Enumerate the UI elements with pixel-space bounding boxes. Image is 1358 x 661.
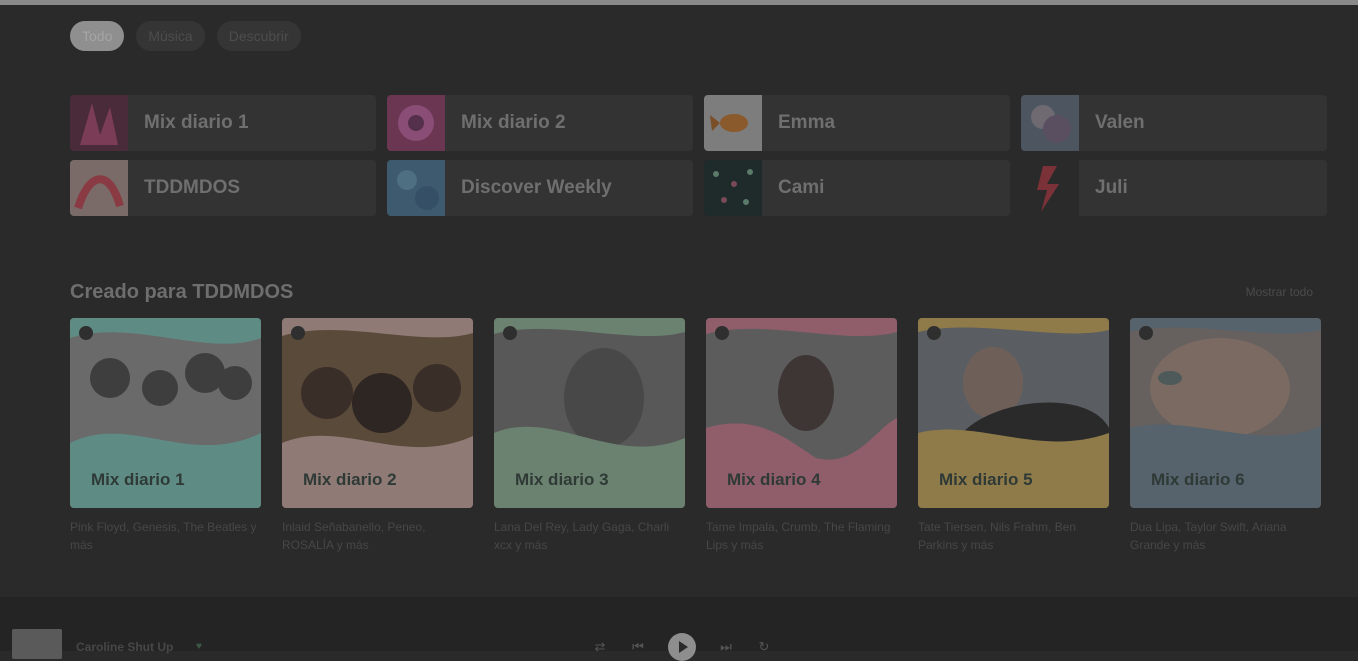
chip-descubrir[interactable]: Descubrir: [216, 21, 301, 51]
mix-cover-label: Mix diario 3: [515, 470, 609, 489]
mix-cover: Mix diario 1: [70, 318, 261, 508]
mix-card-3[interactable]: Mix diario 3 Lana Del Rey, Lady Gaga, Ch…: [494, 318, 685, 554]
mix-description: Lana Del Rey, Lady Gaga, Charli xcx y má…: [494, 520, 670, 552]
mix-card-6[interactable]: Mix diario 6 Dua Lipa, Taylor Swift, Ari…: [1130, 318, 1321, 554]
quick-item-emma[interactable]: Emma: [704, 95, 1010, 151]
mix-cover: Mix diario 5: [918, 318, 1109, 508]
filter-chips: Todo Música Descubrir: [70, 21, 301, 51]
mix-description: Pink Floyd, Genesis, The Beatles y más: [70, 520, 257, 552]
playlist-cover-image: [1021, 160, 1079, 216]
quick-item-label: Mix diario 1: [144, 112, 249, 133]
quick-item-tddmdos[interactable]: TDDMDOS: [70, 160, 376, 216]
quick-item-mix-diario-2[interactable]: Mix diario 2: [387, 95, 693, 151]
mix-card-5[interactable]: Mix diario 5 Tate Tiersen, Nils Frahm, B…: [918, 318, 1109, 554]
like-heart-icon[interactable]: ♥: [196, 641, 202, 652]
next-icon[interactable]: ⏭: [718, 639, 734, 655]
mix-cover-label: Mix diario 2: [303, 470, 397, 489]
now-playing-track-title[interactable]: Caroline Shut Up: [76, 640, 173, 654]
mix-cover: Mix diario 3: [494, 318, 685, 508]
quick-item-juli[interactable]: Juli: [1021, 160, 1327, 216]
mix-card-4[interactable]: Mix diario 4 Tame Impala, Crumb, The Fla…: [706, 318, 897, 554]
mix-cover: Mix diario 2: [282, 318, 473, 508]
window-top-border: [0, 0, 1358, 5]
mix-cover-label: Mix diario 6: [1151, 470, 1245, 489]
playlist-cover-image: [1021, 95, 1079, 151]
quick-item-discover-weekly[interactable]: Discover Weekly: [387, 160, 693, 216]
shuffle-icon[interactable]: ⇄: [592, 639, 608, 655]
now-playing-cover-image[interactable]: [12, 629, 62, 659]
mix-description: Tate Tiersen, Nils Frahm, Ben Parkins y …: [918, 520, 1077, 552]
section-title[interactable]: Creado para TDDMDOS: [70, 281, 293, 304]
quick-item-label: Emma: [778, 112, 836, 133]
mix-cover: Mix diario 6: [1130, 318, 1321, 508]
mix-cover: Mix diario 4: [706, 318, 897, 508]
mix-description: Inlaid Señabanello, Peneo, ROSALÍA y más: [282, 520, 426, 552]
mix-card-1[interactable]: Mix diario 1 Pink Floyd, Genesis, The Be…: [70, 318, 261, 554]
quick-item-label: Valen: [1095, 112, 1145, 133]
previous-icon[interactable]: ⏮: [630, 639, 646, 655]
play-icon: [678, 641, 688, 653]
spotify-badge-icon: [927, 326, 941, 340]
spotify-badge-icon: [291, 326, 305, 340]
play-button[interactable]: [668, 633, 696, 661]
spotify-badge-icon: [503, 326, 517, 340]
chip-todo[interactable]: Todo: [70, 21, 125, 51]
quick-item-label: Mix diario 2: [461, 112, 566, 133]
quick-item-label: Cami: [778, 177, 825, 198]
quick-item-mix-diario-1[interactable]: Mix diario 1: [70, 95, 376, 151]
quick-item-cami[interactable]: Cami: [704, 160, 1010, 216]
spotify-badge-icon: [79, 326, 93, 340]
quick-item-label: TDDMDOS: [144, 177, 241, 198]
playlist-cover-image: [387, 160, 445, 216]
playlist-cover-image: [70, 95, 128, 151]
mix-description: Dua Lipa, Taylor Swift, Ariana Grande y …: [1130, 520, 1287, 552]
playlist-cover-image: [387, 95, 445, 151]
quick-item-label: Discover Weekly: [461, 177, 612, 198]
now-playing-bar: Caroline Shut Up ♥ ⇄ ⏮ ⏭ ↻: [0, 597, 1358, 661]
playback-controls: ⇄ ⏮ ⏭ ↻: [592, 633, 772, 661]
mix-card-2[interactable]: Mix diario 2 Inlaid Señabanello, Peneo, …: [282, 318, 473, 554]
mix-cover-label: Mix diario 1: [91, 470, 185, 489]
repeat-icon[interactable]: ↻: [756, 639, 772, 655]
chip-musica[interactable]: Música: [136, 21, 205, 51]
show-all-link[interactable]: Mostrar todo: [1246, 285, 1313, 299]
spotify-badge-icon: [715, 326, 729, 340]
mix-cover-label: Mix diario 5: [939, 470, 1033, 489]
mix-cards-row: Mix diario 1 Pink Floyd, Genesis, The Be…: [70, 318, 1321, 554]
quick-item-valen[interactable]: Valen: [1021, 95, 1327, 151]
mix-cover-label: Mix diario 4: [727, 470, 821, 489]
playlist-cover-image: [704, 95, 762, 151]
quick-item-label: Juli: [1095, 177, 1128, 198]
playlist-cover-image: [704, 160, 762, 216]
quick-access-grid: Mix diario 1 Mix diario 2 Emma Valen TDD…: [70, 95, 1327, 216]
playlist-cover-image: [70, 160, 128, 216]
mix-description: Tame Impala, Crumb, The Flaming Lips y m…: [706, 520, 891, 552]
spotify-badge-icon: [1139, 326, 1153, 340]
